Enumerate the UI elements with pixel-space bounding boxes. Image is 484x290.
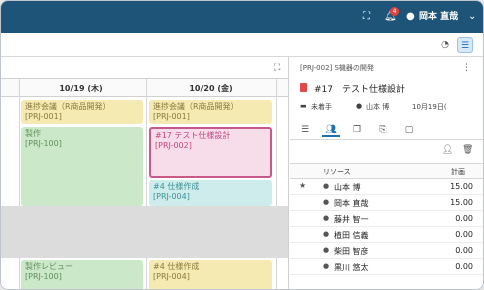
calendar: ⛶ 10/19 (木) 10/20 (金) 進捗会議（R商品開発） [PRJ-0… [1,57,289,289]
status-icon: ▬ [300,102,307,110]
user-name[interactable]: 岡本 直哉 [419,11,458,23]
plan-value[interactable]: 0.00 [455,230,473,239]
event-title: 進捗会議（R商品開発） [25,102,111,111]
table-row[interactable]: ● 藤井 智一 0.00 [290,211,483,227]
app-window: ⛶ 🔔︎ 4 ● 岡本 直哉 ⌄ ◔ ☰ ⛶ 10/19 (木) 10/20 (… [0,0,484,290]
plan-value[interactable]: 0.00 [455,214,473,223]
task-title: #17 テスト仕様設計 [314,85,405,95]
event-code: [PRJ-001] [153,112,190,121]
notification-badge: 4 [390,7,399,16]
calendar-event[interactable]: 製作レビュー [PRJ-100] [21,260,143,289]
calendar-event[interactable]: #4 仕様作成 [PRJ-004] [149,260,272,289]
resource-name: 黒川 悠太 [334,263,369,272]
plan-value[interactable]: 15.00 [450,198,473,207]
pie-chart-icon[interactable]: ◔ [437,37,453,53]
add-person-icon[interactable]: 👤︎ [442,145,453,155]
table-row[interactable]: ● 柴田 智彦 0.00 [290,243,483,259]
table-row[interactable]: ★ ● 山本 博 15.00 [290,179,483,195]
event-code: [PRJ-004] [153,192,190,201]
toolbar: ◔ ☰ [1,33,483,57]
event-code: [PRJ-100] [25,272,62,281]
tab-comments-icon[interactable]: ▢ [400,123,418,137]
event-title: #4 仕様作成 [153,182,200,191]
table-row[interactable]: ● 岡本 直哉 15.00 [290,195,483,211]
table-row[interactable]: ● 植田 信義 0.00 [290,227,483,243]
person-icon: ● [356,102,363,110]
person-icon: ● [323,262,330,270]
calendar-event[interactable]: 進捗会議（R商品開発） [PRJ-001] [149,100,272,124]
day-header-1019: 10/19 (木) [59,84,103,93]
column-divider [19,79,20,289]
event-title: 製作 [25,129,41,138]
chevron-down-icon[interactable]: ⌄ [468,11,476,23]
event-code: [PRJ-001] [25,112,62,121]
tab-resources-icon[interactable]: 👥︎ [322,123,340,137]
selected-event[interactable]: #17 テスト仕様設計 [PRJ-002] [149,127,272,178]
fullscreen-icon[interactable]: ⛶ [363,11,370,23]
calendar-event[interactable]: #4 仕様作成 [PRJ-004] [149,180,272,206]
resource-name: 柴田 智彦 [334,247,369,256]
person-icon: ● [323,214,330,222]
tab-attachments-icon[interactable]: ⎘ [374,123,392,137]
non-working-band [1,206,288,258]
resource-table-header: リソース 計画 [290,163,483,179]
column-plan[interactable]: 計画 [451,167,465,177]
calendar-header: 10/19 (木) 10/20 (金) [1,79,288,97]
day-header-1020: 10/20 (金) [189,84,233,93]
event-title: #4 仕様作成 [153,262,200,271]
detail-tabs: ☰ 👥︎ ❐ ⎘ ▢ [290,120,483,140]
resource-name: 藤井 智一 [334,215,369,224]
more-vertical-icon[interactable]: ⋮ [462,63,471,73]
column-divider [276,79,277,289]
plan-value[interactable]: 0.00 [455,262,473,271]
tab-copy-icon[interactable]: ❐ [348,123,366,137]
breadcrumb[interactable]: [PRJ-002] S機器の開発 [300,63,374,73]
event-code: [PRJ-002] [155,141,192,150]
star-icon[interactable]: ★ [299,181,306,190]
list-view-icon[interactable]: ☰ [457,37,473,53]
event-title: 製作レビュー [25,262,73,271]
person-icon: ● [323,182,330,190]
calendar-event[interactable]: 製作 [PRJ-100] [21,127,143,206]
delete-icon[interactable]: 🗑︎ [462,145,473,155]
plan-value[interactable]: 15.00 [450,182,473,191]
event-code: [PRJ-004] [153,272,190,281]
resource-name: 山本 博 [334,183,361,192]
event-code: [PRJ-100] [25,139,62,148]
task-icon [300,83,307,92]
tab-details-icon[interactable]: ☰ [296,123,314,137]
event-title: 進捗会議（R商品開発） [153,102,239,111]
resource-name: 植田 信義 [334,231,369,240]
calendar-event[interactable]: 進捗会議（R商品開発） [PRJ-001] [21,100,143,124]
event-title: #17 テスト仕様設計 [155,131,231,140]
status-text[interactable]: 未着手 [311,102,332,112]
top-bar: ⛶ 🔔︎ 4 ● 岡本 直哉 ⌄ [1,1,483,33]
task-detail-panel: [PRJ-002] S機器の開発 ⋮ #17 テスト仕様設計 ▬ 未着手 ● 山… [290,57,483,289]
table-row[interactable]: ● 黒川 悠太 0.00 [290,259,483,275]
resource-name: 岡本 直哉 [334,199,369,208]
calendar-controls: ⛶ [1,57,288,79]
user-avatar-icon[interactable]: ● [406,11,415,23]
person-icon: ● [323,246,330,254]
due-date[interactable]: 10月19日( [412,102,447,112]
person-icon: ● [323,230,330,238]
column-resource[interactable]: リソース [323,167,351,177]
expand-icon[interactable]: ⛶ [274,63,280,73]
person-icon: ● [323,198,330,206]
assignee[interactable]: 山本 博 [366,102,389,112]
column-divider [146,79,147,289]
plan-value[interactable]: 0.00 [455,246,473,255]
